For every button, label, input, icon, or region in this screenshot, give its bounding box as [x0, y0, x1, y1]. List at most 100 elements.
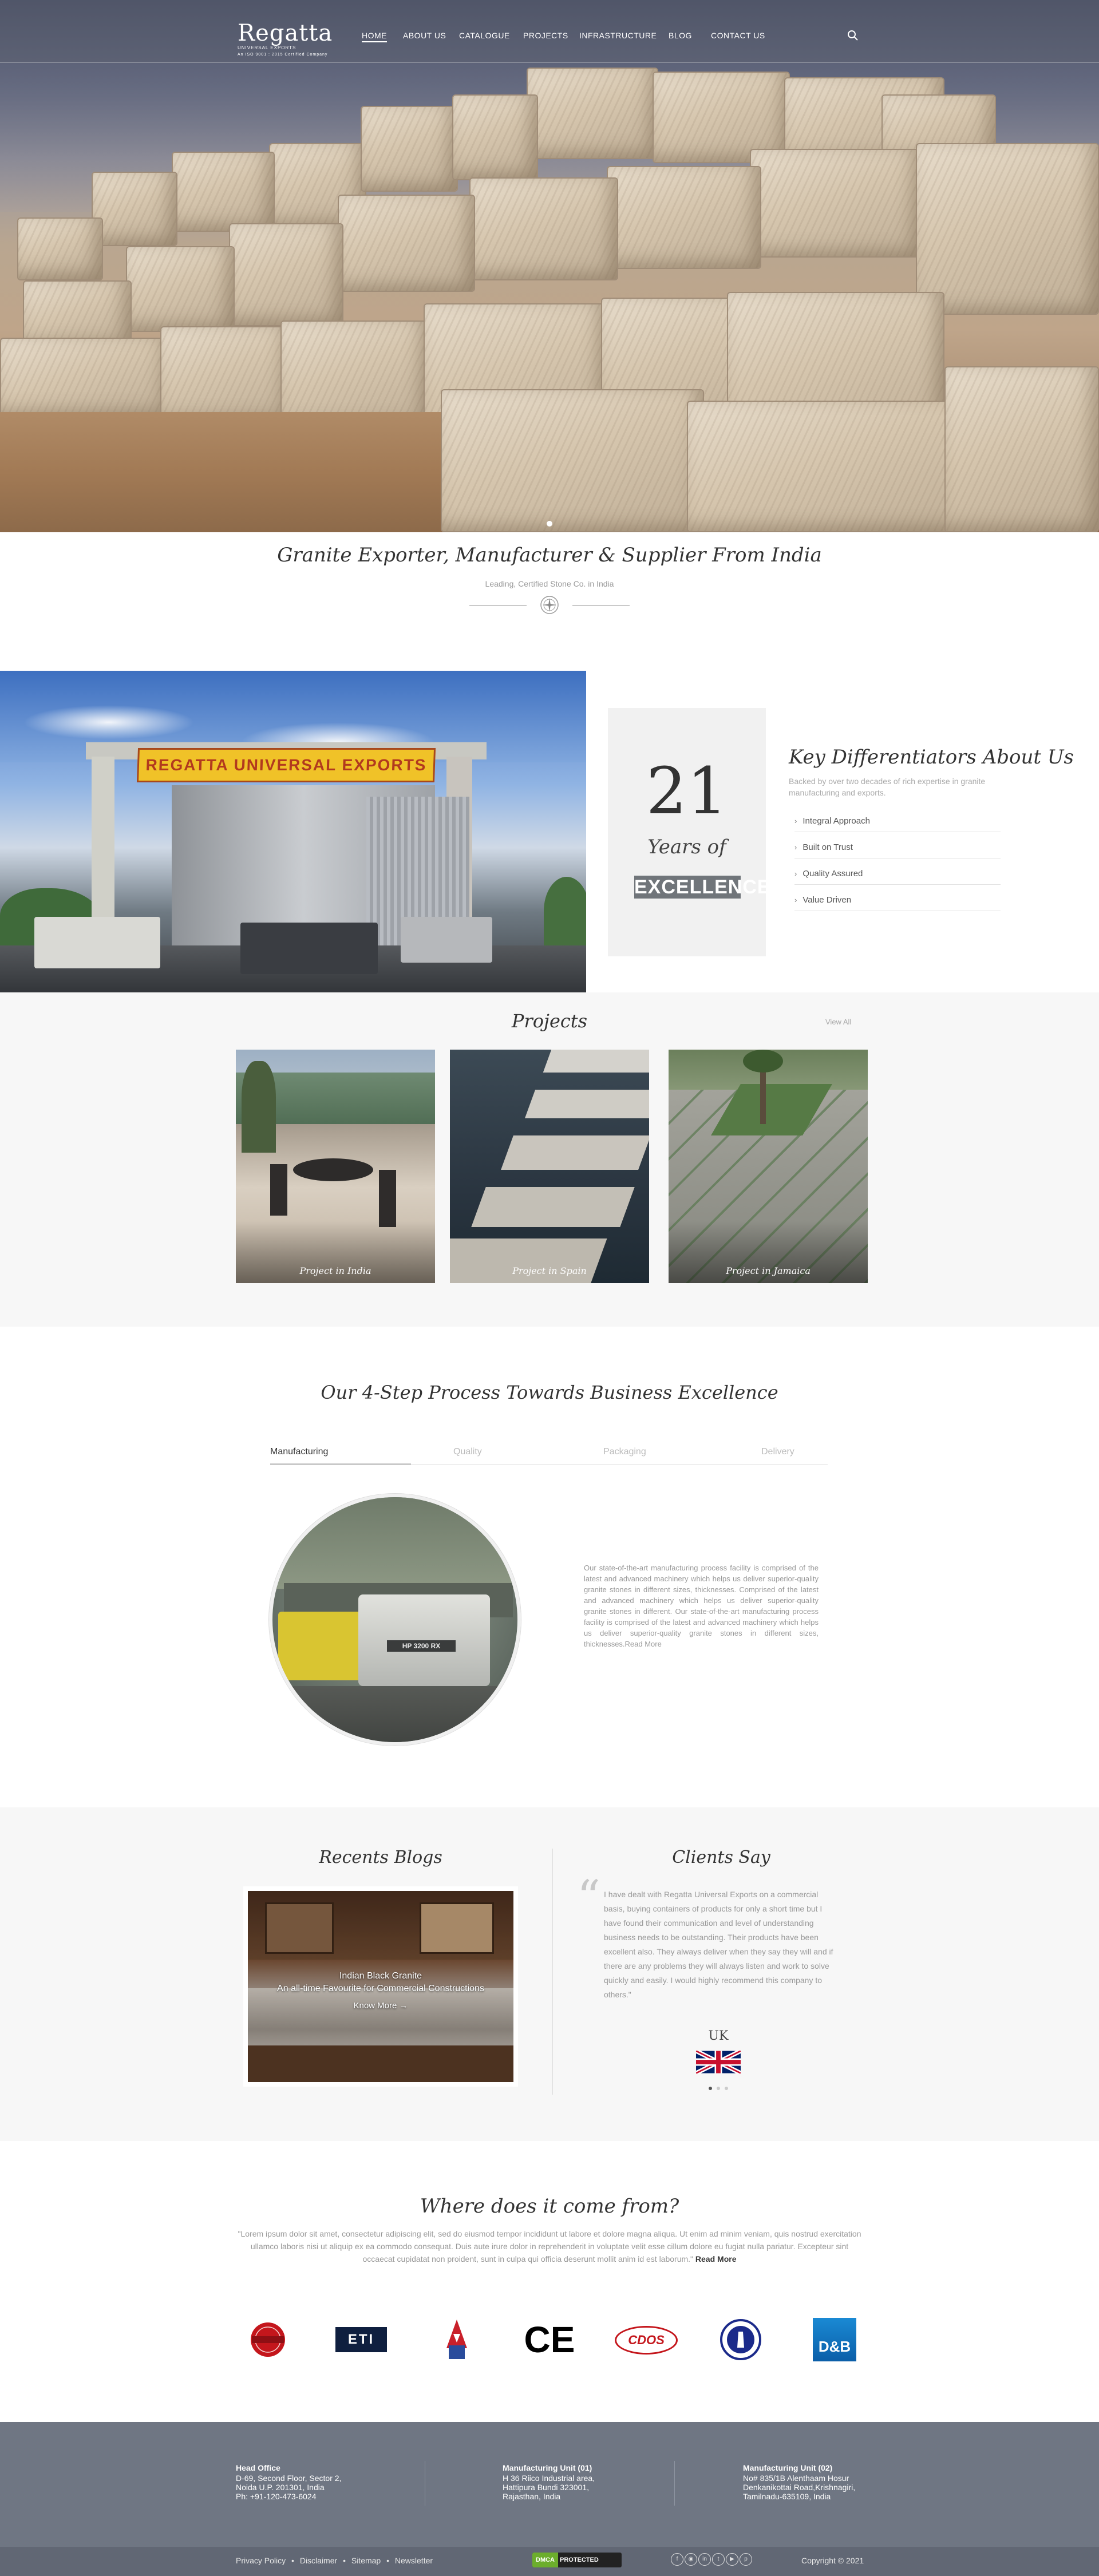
quote-icon: “ — [577, 1870, 600, 1924]
bullet: • — [386, 2556, 390, 2565]
project-caption: Project in Jamaica — [726, 1265, 811, 1276]
where-body: "Lorem ipsum dolor sit amet, consectetur… — [238, 2229, 861, 2264]
nav-about-us[interactable]: ABOUT US — [403, 31, 446, 42]
nav-infrastructure[interactable]: INFRASTRUCTURE — [579, 31, 657, 42]
compass-icon — [540, 595, 559, 615]
where-read-more-link[interactable]: Read More — [695, 2254, 737, 2264]
bullet: • — [343, 2556, 346, 2565]
differentiator-item[interactable]: › Quality Assured — [794, 865, 1001, 885]
project-caption: Project in India — [299, 1265, 371, 1276]
footer-unit-1: Manufacturing Unit (01) H 36 Riico Indus… — [503, 2463, 595, 2501]
differentiator-label: Built on Trust — [802, 842, 853, 852]
tab-manufacturing[interactable]: Manufacturing — [270, 1447, 328, 1457]
chevron-right-icon: › — [794, 869, 797, 878]
dmca-badge-left: DMCA — [532, 2553, 558, 2567]
key-differentiators-description: Backed by over two decades of rich exper… — [789, 777, 986, 797]
privacy-policy-link[interactable]: Privacy Policy — [236, 2556, 286, 2565]
view-all-link[interactable]: View All — [825, 1018, 851, 1026]
testimonial-text: I have dealt with Regatta Universal Expo… — [604, 1890, 833, 1999]
blog-card[interactable]: Indian Black Granite An all-time Favouri… — [243, 1886, 518, 2087]
address-line: D-69, Second Floor, Sector 2, — [236, 2474, 342, 2483]
footer-head-office: Head Office D-69, Second Floor, Sector 2… — [236, 2463, 341, 2501]
differentiator-label: Quality Assured — [802, 869, 863, 879]
blog-post-excerpt: An all-time Favourite for Commercial Con… — [277, 1984, 484, 1993]
address-line: Hattipura Bundi 323001, — [503, 2483, 589, 2492]
chevron-right-icon: › — [794, 843, 797, 852]
differentiator-item[interactable]: › Built on Trust — [794, 839, 1001, 858]
logo-certification: An ISO 9001 : 2015 Certified Company — [238, 53, 328, 57]
differentiator-item[interactable]: › Integral Approach — [794, 813, 1001, 832]
know-more-link[interactable]: Know More → — [248, 2000, 513, 2012]
intro-subtitle: Leading, Certified Stone Co. in India — [485, 579, 614, 588]
project-caption: Project in Spain — [512, 1265, 587, 1276]
linkedin-icon[interactable]: in — [698, 2553, 711, 2566]
dnb-logo: D&B — [807, 2317, 864, 2363]
where-text: "Lorem ipsum dolor sit amet, consectetur… — [236, 2227, 863, 2265]
footer-col-heading: Manufacturing Unit (02) — [743, 2463, 833, 2472]
disclaimer-link[interactable]: Disclaimer — [300, 2556, 337, 2565]
ce-logo: CE — [524, 2319, 575, 2360]
section-divider — [552, 1849, 553, 2095]
factory-sign: REGATTA UNIVERSAL EXPORTS — [136, 748, 436, 782]
footer-unit-2: Manufacturing Unit (02) No# 835/1B Alent… — [743, 2463, 855, 2501]
years-box — [608, 708, 766, 956]
logo-text: Regatta — [238, 20, 333, 46]
project-card-spain[interactable]: Project in Spain — [450, 1050, 649, 1283]
blogs-title: Recents Blogs — [319, 1847, 442, 1867]
project-card-jamaica[interactable]: Project in Jamaica — [669, 1050, 868, 1283]
nav-blog[interactable]: BLOG — [669, 31, 692, 42]
differentiator-label: Integral Approach — [802, 816, 870, 826]
years-label: Years of — [647, 836, 726, 858]
tab-delivery[interactable]: Delivery — [761, 1447, 794, 1457]
slider-dot[interactable] — [547, 521, 552, 527]
dmca-badge-right: PROTECTED — [560, 2557, 599, 2563]
tab-quality[interactable]: Quality — [453, 1447, 482, 1457]
intro-title: Granite Exporter, Manufacturer & Supplie… — [277, 544, 822, 567]
nav-contact-us[interactable]: CONTACT US — [711, 31, 765, 42]
excellence-badge: EXCELLENCE — [634, 876, 771, 899]
facebook-icon[interactable]: f — [671, 2553, 683, 2566]
search-icon[interactable] — [846, 29, 860, 42]
address-line: H 36 Riico Industrial area, — [503, 2474, 595, 2483]
where-title: Where does it come from? — [420, 2195, 679, 2218]
phone-line[interactable]: Ph: +91-120-473-6024 — [236, 2492, 341, 2501]
cgrade-logo — [428, 2317, 485, 2363]
youtube-icon[interactable]: ▶ — [726, 2553, 738, 2566]
manufacturing-image: HP 3200 RX — [269, 1494, 521, 1746]
years-number: 21 — [646, 754, 728, 829]
footer-separator — [674, 2461, 675, 2506]
process-description: Our state-of-the-art manufacturing proce… — [584, 1564, 819, 1648]
instagram-icon[interactable]: ◉ — [685, 2553, 697, 2566]
testimonial-dot-active[interactable] — [709, 2087, 712, 2090]
address-line: Tamilnadu-635109, India — [743, 2492, 831, 2501]
newsletter-link[interactable]: Newsletter — [395, 2556, 433, 2565]
chevron-right-icon: › — [794, 896, 797, 904]
twitter-icon[interactable]: t — [712, 2553, 725, 2566]
hero-banner — [0, 0, 1099, 532]
dmca-badge[interactable]: DMCA PROTECTED — [532, 2553, 622, 2567]
nav-catalogue[interactable]: CATALOGUE — [459, 31, 510, 42]
blue-circle-logo — [712, 2317, 769, 2363]
red-seal-logo — [239, 2317, 297, 2363]
bullet: • — [291, 2556, 294, 2565]
testimonial-dot[interactable] — [717, 2087, 720, 2090]
nav-projects[interactable]: PROJECTS — [523, 31, 568, 42]
testimonial-dot[interactable] — [725, 2087, 728, 2090]
projects-title: Projects — [511, 1010, 588, 1032]
address-line: Denkanikottai Road,Krishnagiri, — [743, 2483, 856, 2492]
site-logo[interactable]: Regatta UNIVERSAL EXPORTS An ISO 9001 : … — [238, 20, 335, 57]
project-card-india[interactable]: Project in India — [236, 1050, 435, 1283]
footer-col-heading: Head Office — [236, 2463, 280, 2472]
footer-col-heading: Manufacturing Unit (01) — [503, 2463, 592, 2472]
differentiator-item[interactable]: › Value Driven — [794, 892, 1001, 911]
copyright: Copyright © 2021 — [801, 2556, 864, 2565]
pinterest-icon[interactable]: p — [740, 2553, 752, 2566]
tab-packaging[interactable]: Packaging — [603, 1447, 646, 1457]
key-differentiators-title: Key Differentiators About Us — [789, 746, 1074, 769]
sitemap-link[interactable]: Sitemap — [351, 2556, 381, 2565]
nav-home[interactable]: HOME — [362, 31, 387, 42]
blog-post-title: Indian Black Granite — [339, 1971, 422, 1981]
clients-title: Clients Say — [672, 1847, 770, 1867]
machine-label: HP 3200 RX — [387, 1640, 456, 1652]
process-title: Our 4-Step Process Towards Business Exce… — [321, 1382, 778, 1403]
